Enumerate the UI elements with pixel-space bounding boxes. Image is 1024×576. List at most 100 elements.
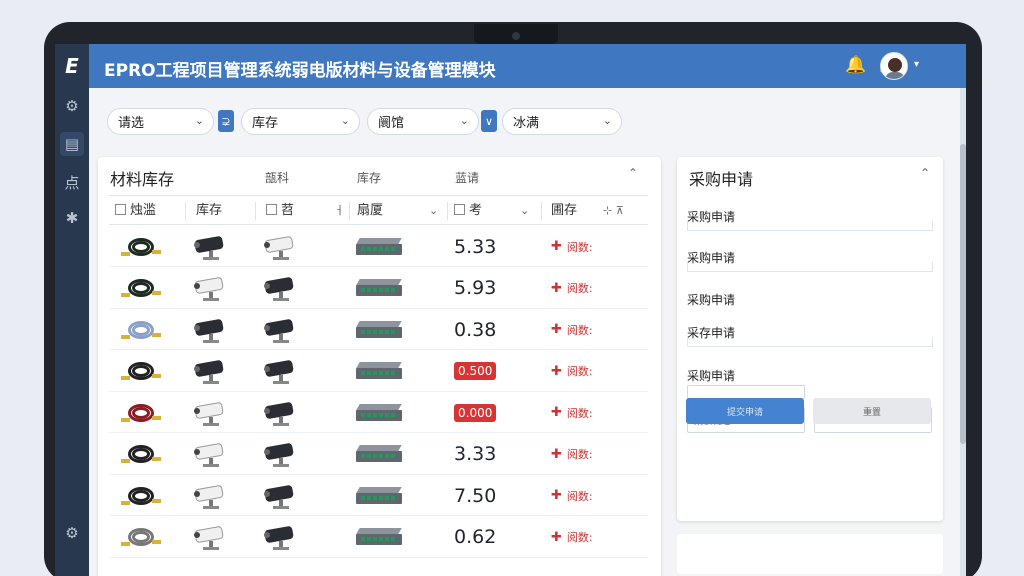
filter-icon[interactable]: ⊹ ⊼ xyxy=(603,204,624,217)
camera-icon xyxy=(193,483,229,509)
page-title: EPRO工程项目管理系统弱电版材料与设备管理模块 xyxy=(104,61,496,81)
avatar[interactable] xyxy=(880,52,908,80)
status-icon: ✚ xyxy=(551,239,562,254)
column-divider xyxy=(447,202,448,220)
camera-icon xyxy=(263,358,299,384)
tab-2[interactable]: 库存 xyxy=(357,169,381,186)
status-icon: ✚ xyxy=(551,322,562,337)
chevron-down-icon[interactable]: ▾ xyxy=(914,59,919,70)
field-underline[interactable] xyxy=(687,337,933,347)
sort-icon[interactable]: ㅓ xyxy=(334,204,344,217)
network-switch-icon xyxy=(354,319,404,341)
collapse-icon[interactable]: ⌃ xyxy=(920,166,930,180)
settings-icon[interactable]: ⚙ xyxy=(60,521,84,545)
cell-cable xyxy=(121,226,161,267)
cell-status: ✚ 阅数: xyxy=(551,309,593,350)
filter-select-1[interactable]: 请选 ⌄ xyxy=(107,108,214,135)
cell-value: 0.62 xyxy=(454,517,496,558)
submit-button[interactable]: 提交申请 xyxy=(686,398,804,424)
cable-coil-icon xyxy=(121,400,161,426)
cell-camera xyxy=(263,268,299,309)
page-scrollbar[interactable] xyxy=(960,88,966,576)
dots-icon[interactable]: 点 xyxy=(60,170,84,194)
checkbox-icon[interactable] xyxy=(266,204,277,215)
text-input[interactable] xyxy=(687,385,805,399)
network-switch-icon xyxy=(354,277,404,299)
column-divider xyxy=(185,202,186,220)
app-logo-icon[interactable]: E xyxy=(55,44,89,88)
filter-select-2[interactable]: 库存 ⌄ xyxy=(241,108,360,135)
status-icon: ✚ xyxy=(551,363,562,379)
cable-coil-icon xyxy=(121,524,161,550)
purchase-title: 采购申请 xyxy=(689,170,754,189)
cell-value: 0.38 xyxy=(454,309,496,350)
status-label: 阅数: xyxy=(566,240,593,254)
filter-label: 阛馆 xyxy=(378,116,405,131)
checkbox-icon[interactable] xyxy=(115,204,126,215)
tab-3[interactable]: 蓝请 xyxy=(455,169,479,186)
stock-value: 0.38 xyxy=(454,318,497,341)
document-icon[interactable]: ▤ xyxy=(60,132,84,156)
column-header[interactable]: 考 ⌄ xyxy=(454,196,529,226)
status-label: 阅数: xyxy=(566,489,593,503)
cell-camera xyxy=(193,309,229,350)
table-row[interactable]: 0.38 ✚ 阅数: xyxy=(109,309,648,350)
inventory-title: 材料库存 xyxy=(110,170,175,189)
network-switch-icon xyxy=(354,526,404,548)
column-header[interactable]: 烛滥 xyxy=(115,196,156,226)
table-row[interactable]: 7.50 ✚ 阅数: xyxy=(109,475,648,516)
tab-1[interactable]: 瓿科 xyxy=(265,169,289,186)
stock-value: 0.500 xyxy=(454,362,497,380)
table-row[interactable]: 5.33 ✚ 阅数: xyxy=(109,226,648,267)
camera-icon xyxy=(193,275,229,301)
cell-status: ✚ 阅数: xyxy=(551,434,593,475)
chevron-down-icon: ⌄ xyxy=(459,114,469,127)
table-row[interactable]: 5.93 ✚ 阅数: xyxy=(109,268,648,309)
collapse-icon[interactable]: ⌃ xyxy=(628,166,638,180)
column-divider xyxy=(349,202,350,220)
bell-icon[interactable]: 🔔 xyxy=(845,55,867,77)
app-screen: E ⚙ ▤ 点 ✱ ⚙ EPRO工程项目管理系统弱电版材料与设备管理模块 🔔 🔔… xyxy=(55,44,966,576)
filter-label: 库存 xyxy=(252,116,279,131)
field-underline[interactable] xyxy=(687,221,933,231)
filter-select-4[interactable]: 冰满 ⌄ xyxy=(502,108,622,135)
gear-icon[interactable]: ⚙ xyxy=(60,94,84,118)
cell-camera xyxy=(193,434,229,475)
table-row[interactable]: 0.500 ✚ 阅数: xyxy=(109,351,648,392)
cable-coil-icon xyxy=(121,234,161,260)
stock-value: 0.62 xyxy=(454,526,497,548)
table-row[interactable]: 0.000 ✚ 阅数: xyxy=(109,392,648,433)
puzzle-icon[interactable]: ✱ xyxy=(60,206,84,230)
cell-camera xyxy=(263,434,299,475)
purchase-panel: 采购申请 ⌃ 采购申请 采购申请 采购申请 采存申请 采购申请 案核凝醒 xyxy=(677,157,943,521)
chevron-down-icon[interactable]: ⌄ xyxy=(429,204,438,217)
column-header[interactable]: 圃存 ⊹ ⊼ xyxy=(551,196,624,226)
cell-switch xyxy=(354,392,404,433)
filter-check-1[interactable]: ⊋ xyxy=(218,110,234,132)
column-label: 烛滥 xyxy=(130,203,157,218)
cell-cable xyxy=(121,392,161,433)
column-header[interactable]: 库存 xyxy=(196,196,222,226)
column-header[interactable]: 扇厦 ⌄ xyxy=(357,196,438,226)
network-switch-icon xyxy=(354,236,404,258)
status-label: 阅数: xyxy=(566,323,593,337)
cell-camera xyxy=(193,226,229,267)
field-underline[interactable] xyxy=(687,262,933,272)
stock-value: 5.93 xyxy=(454,277,497,299)
filter-select-3[interactable]: 阛馆 ⌄ xyxy=(367,108,479,135)
table-row[interactable]: 0.62 ✚ 阅数: xyxy=(109,517,648,558)
column-header[interactable]: 苕ㅓ xyxy=(266,196,344,226)
chevron-down-icon[interactable]: ⌄ xyxy=(520,204,529,217)
cell-camera xyxy=(193,268,229,309)
scroll-thumb[interactable] xyxy=(960,144,966,444)
reset-button[interactable]: 重置 xyxy=(813,398,931,424)
cell-status: ✚ 阅数: xyxy=(551,268,593,309)
camera-icon xyxy=(193,317,229,343)
field-label: 采购申请 xyxy=(687,369,736,383)
filter-check-2[interactable]: ∨ xyxy=(481,110,497,132)
camera-icon xyxy=(263,441,299,467)
table-row[interactable]: 3.33 ✚ 阅数: xyxy=(109,434,648,475)
cell-switch xyxy=(354,517,404,558)
camera-icon xyxy=(193,400,229,426)
checkbox-icon[interactable] xyxy=(454,204,465,215)
